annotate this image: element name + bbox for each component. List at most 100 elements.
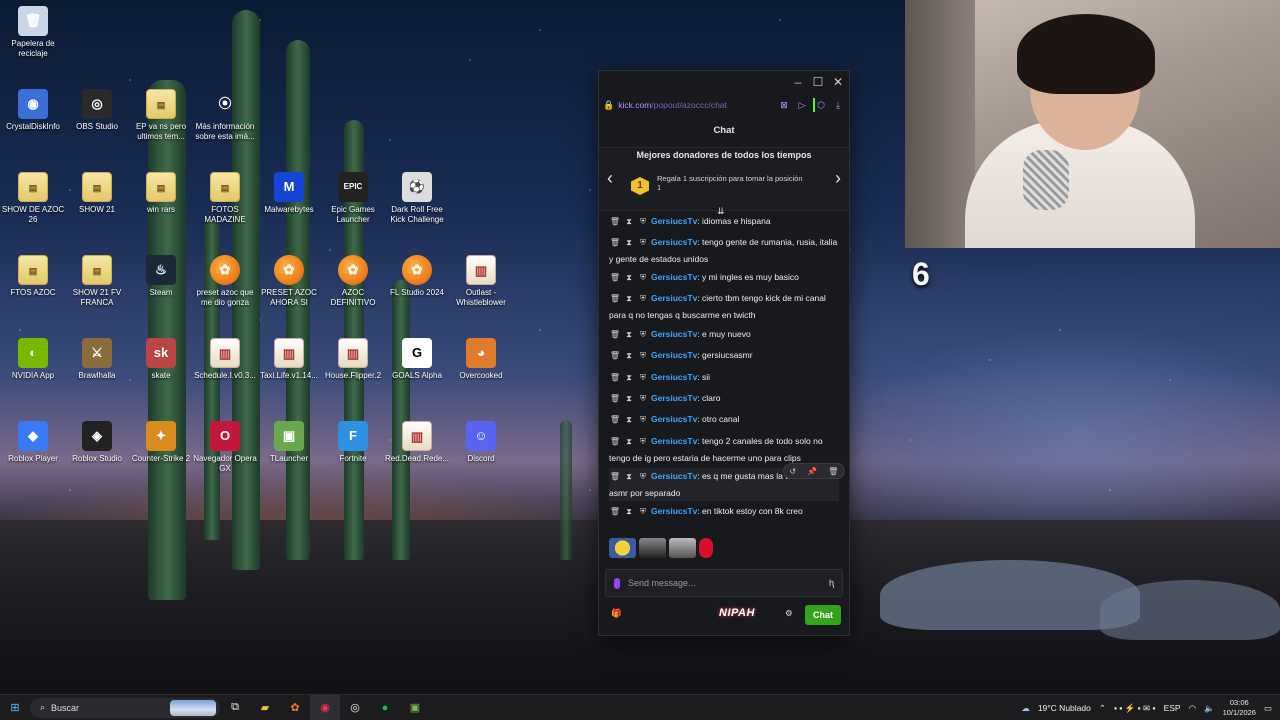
chat-message[interactable]: 🗑 ⧗ ⛨ GersiucsTv: tengo 2 canales de todo s… bbox=[609, 433, 839, 466]
tlauncher-taskbar-icon[interactable]: ▣ bbox=[400, 695, 430, 720]
mic-icon[interactable] bbox=[614, 577, 620, 589]
desktop-icon-show-21[interactable]: ▤ SHOW 21 bbox=[64, 172, 130, 215]
close-icon[interactable]: ✕ bbox=[829, 73, 847, 91]
chevron-up-icon[interactable]: ⌃ bbox=[1099, 703, 1106, 714]
man-emote[interactable] bbox=[639, 538, 666, 558]
gift-icon[interactable]: 🎁 bbox=[611, 608, 622, 619]
trash-icon[interactable]: 🗑 bbox=[609, 235, 621, 251]
chat-username[interactable]: GersiucsTv bbox=[651, 272, 697, 282]
taskbar-search[interactable]: ⌕ Buscar bbox=[30, 697, 220, 718]
desktop-icon-azoc-definitivo[interactable]: ✿ AZOC DEFINITIVO bbox=[320, 255, 386, 308]
chat-username[interactable]: GersiucsTv bbox=[651, 293, 697, 303]
trash-icon[interactable]: 🗑 bbox=[609, 412, 621, 428]
desktop-icon-goals-alpha[interactable]: G GOALS Alpha bbox=[384, 338, 450, 381]
emote-picker-icon[interactable]: ⱨ bbox=[829, 578, 834, 588]
trash-icon[interactable]: 🗑 bbox=[609, 291, 621, 307]
nipah-logo[interactable]: NIPAH bbox=[719, 607, 755, 619]
desktop-icon-dark-roll-free-kick-challenge[interactable]: ⚽ Dark Roll Free Kick Challenge bbox=[384, 172, 450, 225]
block-icon[interactable]: ⊠ bbox=[777, 98, 791, 112]
hourglass-icon[interactable]: ⧗ bbox=[623, 235, 635, 251]
hourglass-icon[interactable]: ⧗ bbox=[623, 412, 635, 428]
desktop-icon-steam[interactable]: ♨ Steam bbox=[128, 255, 194, 298]
desktop-icon-obs-studio[interactable]: ◎ OBS Studio bbox=[64, 89, 130, 132]
chat-username[interactable]: GersiucsTv bbox=[651, 414, 697, 424]
windows-start-icon[interactable]: ⊞ bbox=[0, 701, 30, 714]
minimize-icon[interactable]: – bbox=[789, 73, 807, 91]
chat-username[interactable]: GersiucsTv bbox=[651, 350, 697, 360]
desktop-icon-malwarebytes[interactable]: M Malwarebytes bbox=[256, 172, 322, 215]
settings-gear-icon[interactable]: ⚙ bbox=[785, 608, 793, 619]
desktop-icon-show-de-azoc-26[interactable]: ▤ SHOW DE AZOC 26 bbox=[0, 172, 66, 225]
desktop-icon-outlast-whistleblower[interactable]: ▥ Outlast - Whistleblower bbox=[448, 255, 514, 308]
chat-send-button[interactable]: Chat bbox=[805, 605, 841, 625]
wifi-icon[interactable]: ◠ bbox=[1189, 703, 1196, 714]
trash-icon[interactable]: 🗑 bbox=[609, 434, 621, 450]
desktop-icon-taxi-life-v1-14[interactable]: ▥ Taxi.Life.v1.14... bbox=[256, 338, 322, 381]
hourglass-icon[interactable]: ⧗ bbox=[623, 291, 635, 307]
trash-icon[interactable]: 🗑 bbox=[609, 348, 621, 364]
chat-username[interactable]: GersiucsTv bbox=[651, 436, 697, 446]
desktop-icon-roblox-player[interactable]: ◆ Roblox Player bbox=[0, 421, 66, 464]
task-view-icon[interactable]: ⧉ bbox=[220, 695, 250, 720]
desktop-icon-fortnite[interactable]: F Fortnite bbox=[320, 421, 386, 464]
trash-icon[interactable]: 🗑 bbox=[609, 469, 621, 485]
address-bar[interactable]: 🔒 kick.com/popout/azoccc/chat ⊠ ▷ ⬡ ⤓ bbox=[603, 95, 845, 115]
fl-studio-taskbar-icon[interactable]: ✿ bbox=[280, 695, 310, 720]
red-emote[interactable] bbox=[699, 538, 713, 558]
desktop-icon-discord[interactable]: ☺ Discord bbox=[448, 421, 514, 464]
chat-message[interactable]: 🗑 ⧗ ⛨ GersiucsTv: otro canal bbox=[609, 411, 839, 428]
hourglass-icon[interactable]: ⧗ bbox=[623, 214, 635, 230]
chat-username[interactable]: GersiucsTv bbox=[651, 372, 697, 382]
desktop-icon-preset-azoc-ahora-si[interactable]: ✿ PRESET AZOC AHORA SI bbox=[256, 255, 322, 308]
desktop-icon-fotos-madazine[interactable]: ▤ FOTOS MADAZINE bbox=[192, 172, 258, 225]
chevron-left-icon[interactable]: ‹ bbox=[607, 168, 613, 189]
chat-message[interactable]: 🗑 ⧗ ⛨ GersiucsTv: tengo gente de rumania, r… bbox=[609, 234, 839, 267]
maximize-icon[interactable]: ☐ bbox=[809, 73, 827, 91]
hourglass-icon[interactable]: ⧗ bbox=[623, 504, 635, 520]
chat-username[interactable]: GersiucsTv bbox=[651, 329, 697, 339]
chevron-right-icon[interactable]: › bbox=[835, 168, 841, 189]
desktop-icon-roblox-studio[interactable]: ◈ Roblox Studio bbox=[64, 421, 130, 464]
desktop-icon-win-rars[interactable]: ▤ win rars bbox=[128, 172, 194, 215]
trash-icon[interactable]: 🗑 bbox=[609, 370, 621, 386]
hourglass-icon[interactable]: ⧗ bbox=[623, 370, 635, 386]
window-titlebar[interactable]: – ☐ ✕ bbox=[599, 71, 849, 93]
chat-username[interactable]: GersiucsTv bbox=[651, 393, 697, 403]
chat-username[interactable]: GersiucsTv bbox=[651, 237, 697, 247]
desktop-icon-preset-azoc-que-me-dio-gonza[interactable]: ✿ preset azoc que me dio gonza bbox=[192, 255, 258, 308]
chat-message[interactable]: 🗑 ⧗ ⛨ GersiucsTv: idiomas e hispana bbox=[609, 213, 839, 230]
chat-message[interactable]: 🗑 ⧗ ⛨ GersiucsTv: claro bbox=[609, 390, 839, 407]
extension-icon[interactable]: ⬡ bbox=[813, 98, 827, 112]
chat-message[interactable]: 🗑 ⧗ ⛨ GersiucsTv: y mi ingles es muy basico bbox=[609, 269, 839, 286]
desktop-icon-ftos-azoc[interactable]: ▤ FTOS AZOC bbox=[0, 255, 66, 298]
notifications-icon[interactable]: ▭ bbox=[1264, 703, 1272, 714]
desktop-icon-nvidia-app[interactable]: ◐ NVIDIA App bbox=[0, 338, 66, 381]
download-icon[interactable]: ⤓ bbox=[831, 98, 845, 112]
chat-message[interactable]: 🗑 ⧗ ⛨ GersiucsTv: e muy nuevo bbox=[609, 326, 839, 343]
desktop-icon-overcooked[interactable]: ◕ Overcooked bbox=[448, 338, 514, 381]
desktop-icon-skate[interactable]: sk skate bbox=[128, 338, 194, 381]
minion-emote[interactable] bbox=[609, 538, 636, 558]
hourglass-icon[interactable]: ⧗ bbox=[623, 391, 635, 407]
chat-message[interactable]: 🗑 ⧗ ⛨ GersiucsTv: en tiktok estoy con 8k cr… bbox=[609, 503, 839, 520]
url-text[interactable]: kick.com/popout/azoccc/chat bbox=[618, 100, 773, 110]
desktop-icon-counter-strike-2[interactable]: ✦ Counter-Strike 2 bbox=[128, 421, 194, 464]
face-emote[interactable] bbox=[669, 538, 696, 558]
weather-text[interactable]: 19°C Nublado bbox=[1038, 703, 1091, 713]
reply-icon[interactable]: ↺ bbox=[790, 467, 797, 476]
chat-message[interactable]: 🗑 ⧗ ⛨ GersiucsTv: sii bbox=[609, 369, 839, 386]
chat-username[interactable]: GersiucsTv bbox=[651, 216, 697, 226]
desktop-icon-crystaldiskinfo[interactable]: ◉ CrystalDiskInfo bbox=[0, 89, 66, 132]
chat-username[interactable]: GersiucsTv bbox=[651, 471, 697, 481]
desktop-icon-tlauncher[interactable]: ▣ TLauncher bbox=[256, 421, 322, 464]
obs-taskbar-icon[interactable]: ◎ bbox=[340, 695, 370, 720]
file-explorer-icon[interactable]: ▰ bbox=[250, 695, 280, 720]
desktop-icon-show-21-fv-franca[interactable]: ▤ SHOW 21 FV FRANCA bbox=[64, 255, 130, 308]
hourglass-icon[interactable]: ⧗ bbox=[623, 327, 635, 343]
hourglass-icon[interactable]: ⧗ bbox=[623, 348, 635, 364]
trash-icon[interactable]: 🗑 bbox=[609, 270, 621, 286]
clock[interactable]: 03:06 10/1/2026 bbox=[1223, 698, 1256, 718]
delete-icon[interactable]: 🗑 bbox=[828, 467, 838, 476]
tray-icons[interactable]: ▪ ▪ ⚡ ▪ ✉ ▪ bbox=[1114, 703, 1156, 714]
desktop-icon-m-s-informaci-n-sobre-esta-im[interactable]: ⦿ Más información sobre esta imá... bbox=[192, 89, 258, 142]
